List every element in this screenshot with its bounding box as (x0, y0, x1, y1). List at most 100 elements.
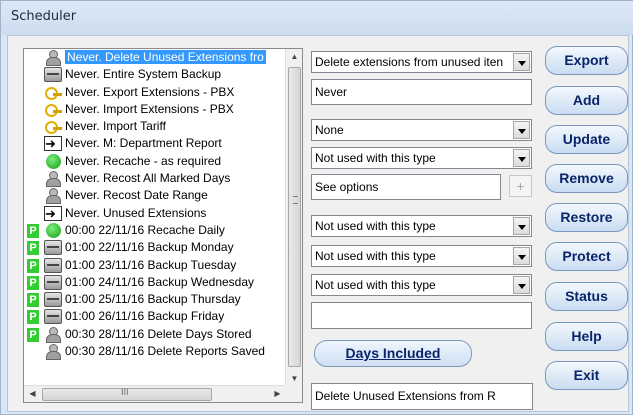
person-icon (44, 188, 62, 205)
chevron-down-icon[interactable] (513, 276, 530, 294)
task-label: 00:30 28/11/16 Delete Reports Saved (65, 344, 265, 359)
task-list-item[interactable]: P 01:00 26/11/16 Backup Friday (24, 308, 286, 325)
disk-icon (44, 67, 62, 83)
task-list-item[interactable]: Never. Recache - as required (24, 153, 286, 170)
frequency-field[interactable]: Never (311, 79, 532, 105)
task-label: 00:00 22/11/16 Recache Daily (65, 222, 225, 237)
options-field[interactable]: See options (311, 174, 501, 200)
chevron-down-icon[interactable] (513, 53, 530, 71)
task-label: Never. Recost Date Range (65, 188, 208, 203)
task-list-item[interactable]: P 01:00 24/11/16 Backup Wednesday (24, 274, 286, 291)
option4-value: Not used with this type (315, 219, 436, 233)
task-label: Never. Recache - as required (65, 153, 222, 168)
task-label: 01:00 25/11/16 Backup Thursday (65, 292, 241, 307)
option5-value: Not used with this type (315, 249, 436, 263)
chevron-down-icon[interactable] (513, 217, 530, 235)
protected-badge: P (27, 327, 39, 342)
protect-button[interactable]: Protect (545, 242, 628, 271)
restore-button[interactable]: Restore (545, 203, 628, 232)
task-list-item[interactable]: P 01:00 22/11/16 Backup Monday (24, 239, 286, 256)
grip-icon (293, 196, 298, 204)
task-label: 01:00 22/11/16 Backup Monday (65, 240, 234, 255)
protected-badge: P (27, 275, 39, 290)
vertical-scrollbar[interactable]: ▲ ▼ (285, 49, 302, 387)
task-label: 01:00 26/11/16 Backup Friday (65, 309, 225, 324)
task-list-item[interactable]: Never. Delete Unused Extensions fro (24, 49, 286, 66)
key-icon (44, 85, 62, 100)
task-list-item[interactable]: Never. Entire System Backup (24, 66, 286, 83)
task-label: 00:30 28/11/16 Delete Days Stored (65, 326, 252, 341)
option2-select[interactable]: Not used with this type (311, 147, 532, 169)
task-list-item[interactable]: Never. Recost All Marked Days (24, 170, 286, 188)
task-list-item[interactable]: Never. Recost Date Range (24, 187, 286, 205)
protected-badge: P (27, 293, 39, 308)
horizontal-scroll-thumb[interactable] (42, 387, 212, 401)
task-list-item[interactable]: 00:30 28/11/16 Delete Reports Saved (24, 343, 286, 361)
option5-select[interactable]: Not used with this type (311, 245, 532, 267)
option1-select[interactable]: None (311, 119, 532, 141)
task-type-select[interactable]: Delete extensions from unused iten (311, 51, 532, 73)
option6-select[interactable]: Not used with this type (311, 274, 532, 296)
person-icon (44, 326, 62, 343)
option6-value: Not used with this type (315, 278, 436, 292)
task-list-item[interactable]: P 01:00 25/11/16 Backup Thursday (24, 291, 286, 308)
report-icon (44, 135, 62, 152)
window-title: Scheduler (11, 9, 77, 24)
remove-button[interactable]: Remove (545, 164, 628, 193)
task-list-item[interactable]: Never. Unused Extensions (24, 205, 286, 222)
disk-icon (44, 257, 62, 273)
report-icon (44, 205, 62, 222)
task-list-item[interactable]: Never. Import Extensions - PBX (24, 101, 286, 118)
protected-badge: P (27, 258, 39, 273)
chevron-down-icon[interactable] (513, 121, 530, 139)
globe-icon (46, 153, 61, 169)
task-label: 01:00 24/11/16 Backup Wednesday (65, 274, 255, 289)
protected-badge: P (27, 241, 39, 256)
task-list-item[interactable]: P 00:00 22/11/16 Recache Daily (24, 222, 286, 239)
key-icon (44, 119, 62, 135)
blank-field[interactable] (311, 302, 532, 329)
exit-button[interactable]: Exit (545, 361, 628, 390)
horizontal-scrollbar[interactable]: ◀ ▶ (24, 385, 286, 402)
scrollbar-corner (285, 385, 302, 402)
person-icon (44, 344, 62, 361)
update-button[interactable]: Update (545, 125, 628, 154)
task-list-item[interactable]: P 01:00 23/11/16 Backup Tuesday (24, 257, 286, 274)
task-label: Never. Delete Unused Extensions fro (65, 50, 266, 64)
add-option-button[interactable]: + (509, 175, 532, 197)
export-button[interactable]: Export (545, 46, 628, 75)
vertical-scroll-thumb[interactable] (288, 67, 301, 367)
task-label: Never. M: Department Report (65, 136, 222, 151)
option1-value: None (315, 123, 344, 137)
scroll-up-icon[interactable]: ▲ (287, 49, 302, 65)
days-included-button[interactable]: Days Included (314, 340, 472, 367)
task-label: Never. Entire System Backup (65, 67, 222, 82)
scroll-right-icon[interactable]: ▶ (270, 386, 285, 402)
task-label: Never. Unused Extensions (65, 205, 207, 220)
task-list-item[interactable]: P 00:30 28/11/16 Delete Days Stored (24, 326, 286, 343)
help-button[interactable]: Help (545, 322, 628, 351)
add-button[interactable]: Add (545, 86, 628, 115)
task-type-value: Delete extensions from unused iten (315, 55, 504, 69)
option2-value: Not used with this type (315, 151, 436, 165)
chevron-down-icon[interactable] (513, 247, 530, 265)
task-name-field[interactable]: Delete Unused Extensions from R (311, 383, 533, 410)
scroll-left-icon[interactable]: ◀ (25, 386, 40, 402)
globe-icon (46, 222, 61, 238)
disk-icon (44, 309, 62, 325)
chevron-down-icon[interactable] (513, 149, 530, 167)
status-button[interactable]: Status (545, 282, 628, 311)
task-label: 01:00 23/11/16 Backup Tuesday (65, 257, 237, 272)
task-label: Never. Recost All Marked Days (65, 171, 231, 186)
task-list[interactable]: Never. Delete Unused Extensions fro Never… (23, 48, 303, 403)
task-label: Never. Import Tariff (65, 119, 166, 134)
task-list-rows: Never. Delete Unused Extensions fro Never… (24, 49, 286, 387)
disk-icon (44, 274, 62, 290)
task-list-item[interactable]: Never. Import Tariff (24, 118, 286, 135)
task-list-item[interactable]: Never. Export Extensions - PBX (24, 84, 286, 101)
option4-select[interactable]: Not used with this type (311, 215, 532, 237)
title-bar: Scheduler (1, 1, 633, 35)
protected-badge: P (27, 223, 39, 238)
disk-icon (44, 240, 62, 256)
task-list-item[interactable]: Never. M: Department Report (24, 135, 286, 152)
